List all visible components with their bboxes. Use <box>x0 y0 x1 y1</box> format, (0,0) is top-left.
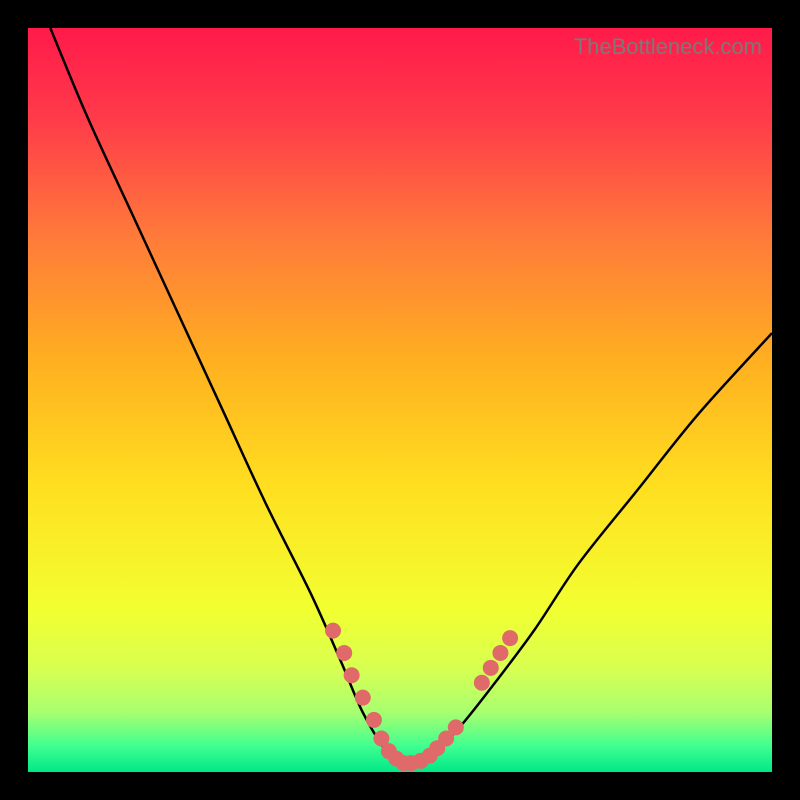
data-point <box>502 630 518 646</box>
data-point <box>355 690 371 706</box>
data-point <box>344 667 360 683</box>
watermark-label: TheBottleneck.com <box>574 34 762 60</box>
data-point <box>366 712 382 728</box>
gradient-background <box>28 28 772 772</box>
data-point <box>483 660 499 676</box>
data-point <box>336 645 352 661</box>
data-point <box>448 719 464 735</box>
chart-canvas <box>28 28 772 772</box>
data-point <box>325 623 341 639</box>
data-point <box>474 675 490 691</box>
chart-frame: TheBottleneck.com <box>28 28 772 772</box>
data-point <box>492 645 508 661</box>
